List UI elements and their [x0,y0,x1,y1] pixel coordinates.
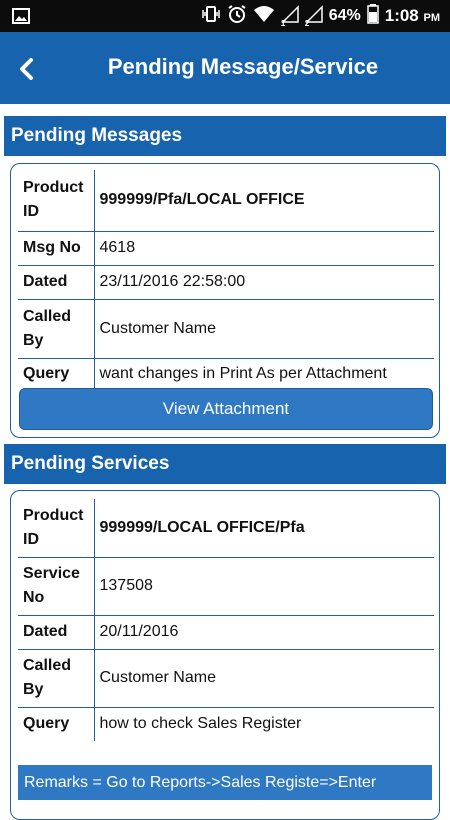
signal-sim2-icon: 2 [304,4,323,28]
msg-no-value: 4618 [94,231,434,266]
service-no-value: 137508 [94,557,434,616]
pending-service-table: Product ID 999999/LOCAL OFFICE/Pfa Servi… [18,499,434,741]
battery-percent: 64% [328,7,361,24]
row-label: Dated [18,265,95,300]
dated-value: 20/11/2016 [94,615,434,650]
row-label: Dated [18,615,95,650]
pending-messages-header: Pending Messages [4,116,446,156]
table-row: Dated 20/11/2016 [18,615,434,650]
product-id-value: 999999/LOCAL OFFICE/Pfa [94,499,434,558]
row-label: Query [18,707,95,741]
vibrate-icon [201,5,221,28]
row-label: Query [18,358,95,390]
table-row: Called By Customer Name [18,649,434,708]
app-bar: Pending Message/Service [0,32,450,104]
clock-time: 1:08 [384,6,419,25]
product-id-value: 999999/Pfa/LOCAL OFFICE [94,170,434,232]
row-label: Msg No [18,231,95,266]
remarks-bar: Remarks = Go to Reports->Sales Registe=>… [18,765,432,800]
query-value: want changes in Print As per Attachment [99,365,387,383]
table-row: Query how to check Sales Register [18,707,434,741]
query-value: how to check Sales Register [99,715,302,733]
table-row: Service No 137508 [18,557,434,616]
table-row: Query want changes in Print As per Attac… [18,358,434,390]
pending-message-table: Product ID 999999/Pfa/LOCAL OFFICE Msg N… [18,170,434,390]
page-title: Pending Message/Service [107,54,379,79]
table-row: Called By Customer Name [18,299,434,359]
sim2-label: 2 [304,18,310,28]
table-row: Product ID 999999/Pfa/LOCAL OFFICE [18,170,434,232]
row-label: Service No [18,557,95,616]
pending-services-header: Pending Services [4,444,446,484]
row-label: Product ID [18,499,95,558]
row-label: Product ID [18,170,95,232]
row-label: Called By [18,299,95,359]
clock: 1:08 PM [385,6,440,26]
table-row: Msg No 4618 [18,231,434,266]
battery-icon [366,3,379,29]
alarm-icon [227,4,247,29]
signal-sim1-icon: 1 [280,4,299,28]
pending-message-card: Product ID 999999/Pfa/LOCAL OFFICE Msg N… [10,163,440,438]
table-row: Dated 23/11/2016 22:58:00 [18,265,434,300]
gallery-notification-icon [12,8,30,29]
wifi-icon [253,5,275,28]
status-bar: 1 2 64% 1:08 PM [0,0,450,32]
row-label: Called By [18,649,95,708]
sim1-label: 1 [280,18,286,28]
dated-value: 23/11/2016 22:58:00 [94,265,434,300]
clock-ampm: PM [423,12,441,24]
table-row: Product ID 999999/LOCAL OFFICE/Pfa [18,499,434,558]
called-by-value: Customer Name [94,299,434,359]
view-attachment-button[interactable]: View Attachment [19,388,433,430]
called-by-value: Customer Name [94,649,434,708]
